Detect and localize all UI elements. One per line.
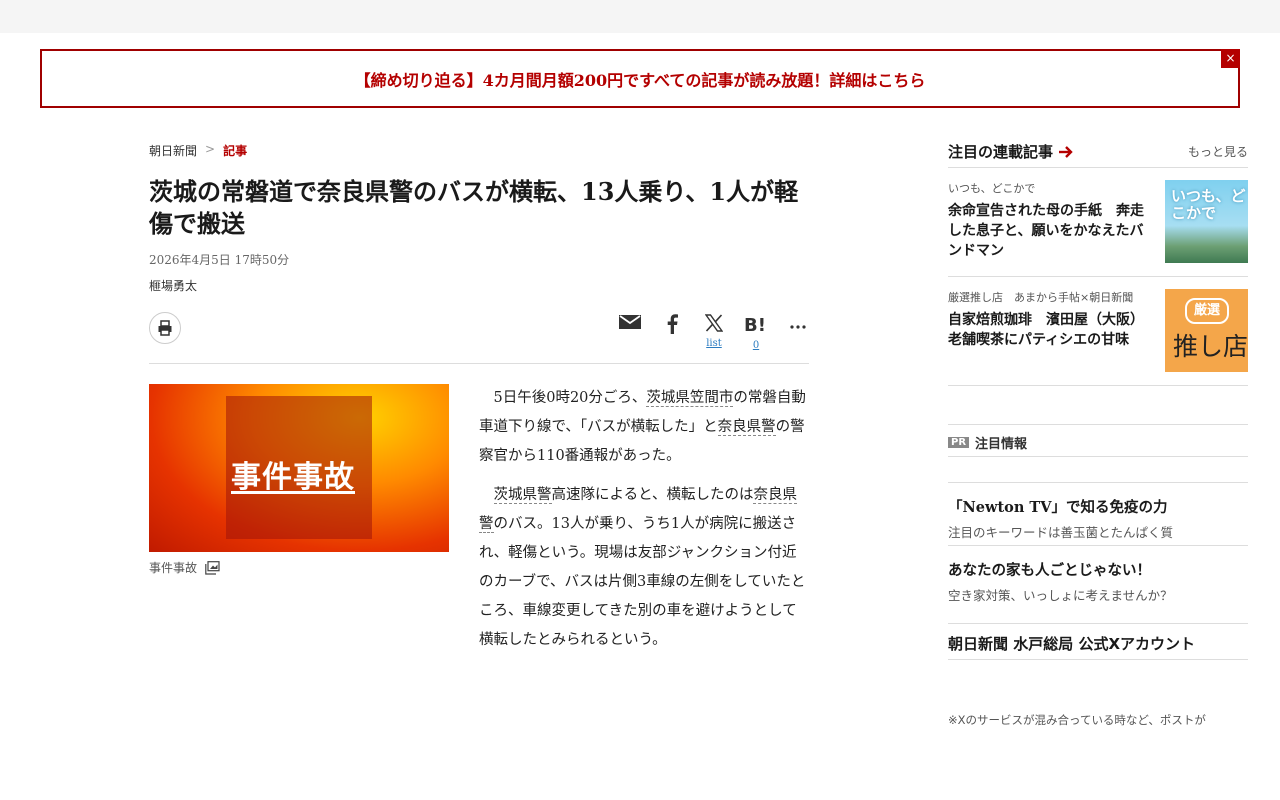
- breadcrumb-separator: >: [205, 142, 216, 156]
- divider: [948, 482, 1248, 483]
- series-card[interactable]: 厳選推し店 あまから手帖×朝日新聞 自家焙煎珈琲 濱田屋（大阪） 老舗喫茶にパテ…: [948, 289, 1248, 372]
- pr-tag: PR: [948, 437, 970, 448]
- text: 高速隊によると、横転したのは: [551, 487, 754, 503]
- photo-label: 事件事故: [231, 460, 355, 495]
- more-icon: [790, 325, 806, 329]
- divider: [948, 659, 1248, 660]
- x-account-heading[interactable]: 朝日新聞 水戸総局 公式Xアカウント: [948, 633, 1195, 654]
- paragraph-1: 5日午後0時20分ごろ、茨城県笠間市の常磐自動車道下り線で、「バスが横転した」と…: [479, 384, 809, 471]
- divider: [948, 456, 1248, 457]
- photo-caption: 事件事故: [149, 559, 220, 576]
- divider: [149, 363, 809, 364]
- divider: [948, 623, 1248, 624]
- thumb-text: 推し店: [1173, 332, 1249, 361]
- arrow-right-icon: [1059, 145, 1073, 158]
- x-icon: [705, 314, 723, 332]
- divider: [948, 167, 1248, 168]
- ad-subtitle: 空き家対策、いっしょに考えませんか？: [948, 588, 1173, 603]
- breadcrumb-home[interactable]: 朝日新聞: [149, 142, 197, 159]
- x-note: ※Xのサービスが混み合っている時など、ポストが: [948, 713, 1206, 727]
- card-thumbnail: いつも、どこかで: [1165, 180, 1248, 263]
- paragraph-2: 茨城県警高速隊によると、横転したのは奈良県警のバス。13人が乗り、うち1人が病院…: [479, 481, 809, 655]
- card-text: いつも、どこかで 余命宣告された母の手紙 奔走した息子と、願いをかなえたバンドマ…: [948, 180, 1153, 263]
- card-text: 厳選推し店 あまから手帖×朝日新聞 自家焙煎珈琲 濱田屋（大阪） 老舗喫茶にパテ…: [948, 289, 1153, 372]
- article-body: 5日午後0時20分ごろ、茨城県笠間市の常磐自動車道下り線で、「バスが横転した」と…: [479, 384, 809, 665]
- pr-label: 注目情報: [975, 437, 1028, 452]
- featured-series-link[interactable]: 注目の連載記事: [948, 141, 1073, 162]
- hatena-share-count[interactable]: 0: [753, 340, 759, 351]
- card-headline: 余命宣告された母の手紙 奔走した息子と、願いをかなえたバンドマン: [948, 203, 1144, 259]
- svg-text:B!: B!: [744, 315, 766, 334]
- image-icon[interactable]: [205, 560, 220, 575]
- article-photo[interactable]: 事件事故: [149, 384, 449, 552]
- pr-ad[interactable]: あなたの家も人ごとじゃない！ 空き家対策、いっしょに考えませんか？: [948, 559, 1248, 604]
- ad-subtitle: 注目のキーワードは善玉菌とたんぱく質: [948, 525, 1174, 540]
- keyword-link[interactable]: 茨城県笠間市: [646, 390, 734, 407]
- share-more-button[interactable]: [787, 314, 809, 334]
- x-share-count[interactable]: list: [706, 338, 722, 349]
- author-name[interactable]: 榧場勇太: [149, 277, 197, 294]
- print-icon: [158, 320, 172, 336]
- share-x-button[interactable]: list: [703, 314, 725, 349]
- divider: [948, 424, 1248, 425]
- share-mail-button[interactable]: [619, 314, 641, 330]
- card-series: いつも、どこかで: [948, 182, 1036, 195]
- facebook-icon: [667, 314, 678, 334]
- keyword-link[interactable]: 茨城県警: [493, 487, 552, 504]
- ad-title: あなたの家も人ごとじゃない！: [948, 562, 1151, 579]
- card-thumbnail: 厳選 推し店: [1165, 289, 1248, 372]
- share-hatena-button[interactable]: B! 0: [744, 314, 767, 351]
- hatena-bookmark-icon: B!: [744, 315, 766, 334]
- series-card[interactable]: いつも、どこかで 余命宣告された母の手紙 奔走した息子と、願いをかなえたバンドマ…: [948, 180, 1248, 263]
- sidebar-title: 注目の連載記事: [948, 143, 1054, 161]
- more-link[interactable]: もっと見る: [1188, 143, 1248, 160]
- keyword-link[interactable]: 奈良県警: [717, 419, 776, 436]
- top-bar: [0, 0, 1280, 33]
- thumb-text: いつも、どこかで: [1171, 187, 1246, 222]
- thumb-badge: 厳選: [1185, 298, 1229, 324]
- print-button[interactable]: [149, 312, 181, 344]
- divider: [948, 545, 1248, 546]
- close-icon[interactable]: ×: [1221, 49, 1240, 68]
- share-facebook-button[interactable]: [661, 314, 683, 334]
- text: のバス。13人が乗り、うち1人が病院に搬送され、軽傷という。現場は友部ジャンクシ…: [479, 516, 806, 648]
- article-title: 茨城の常磐道で奈良県警のバスが横転、13人乗り、1人が軽傷で搬送: [149, 177, 799, 238]
- share-bar: list B! 0: [619, 314, 809, 351]
- ad-title: 「Newton TV」で知る免疫の力: [948, 499, 1168, 516]
- breadcrumb: 朝日新聞 > 記事: [149, 142, 247, 159]
- card-series: 厳選推し店 あまから手帖×朝日新聞: [948, 291, 1134, 304]
- sidebar-header: 注目の連載記事 もっと見る: [948, 141, 1248, 162]
- pr-ad[interactable]: 「Newton TV」で知る免疫の力 注目のキーワードは善玉菌とたんぱく質: [948, 496, 1248, 541]
- mail-icon: [619, 315, 641, 329]
- divider: [948, 276, 1248, 277]
- pr-header: PR 注目情報: [948, 433, 1027, 452]
- subscription-banner[interactable]: 【締め切り迫る】4カ月間月額200円ですべての記事が読み放題！詳細はこちら ×: [40, 49, 1240, 108]
- caption-text: 事件事故: [149, 561, 198, 575]
- banner-link[interactable]: 【締め切り迫る】4カ月間月額200円ですべての記事が読み放題！詳細はこちら: [355, 67, 926, 91]
- divider: [948, 385, 1248, 386]
- text: 5日午後0時20分ごろ、: [493, 390, 647, 406]
- card-headline: 自家焙煎珈琲 濱田屋（大阪） 老舗喫茶にパティシエの甘味: [948, 312, 1151, 348]
- publish-date: 2026年4月5日 17時50分: [149, 253, 290, 267]
- breadcrumb-current[interactable]: 記事: [223, 142, 247, 159]
